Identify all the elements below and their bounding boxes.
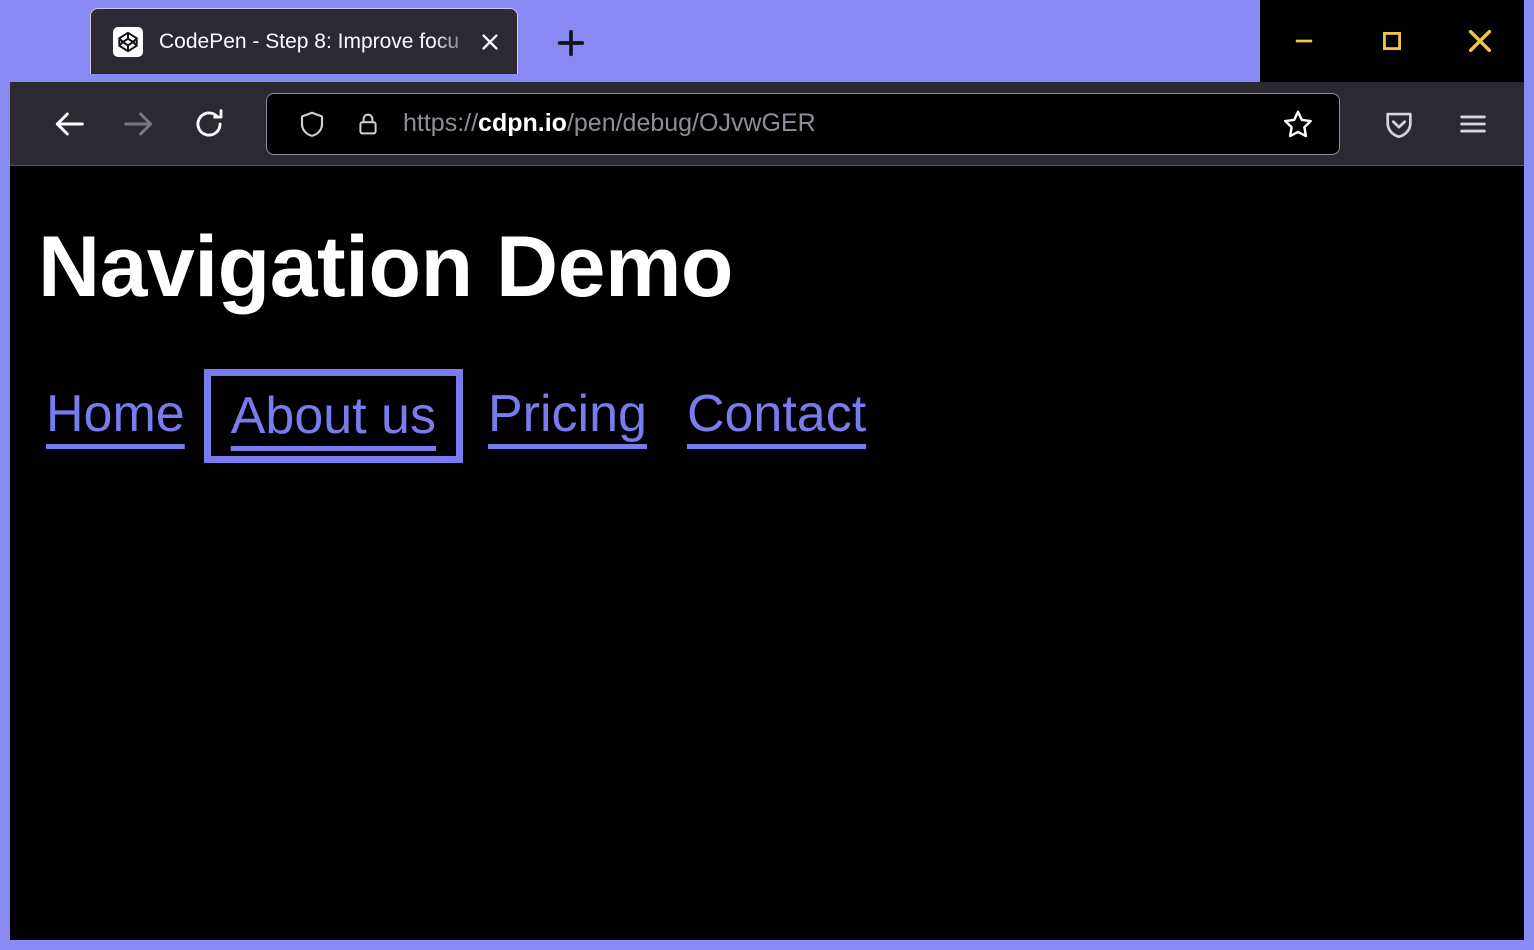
browser-toolbar: https://cdpn.io/pen/debug/OJvwGER (10, 82, 1524, 166)
address-bar[interactable]: https://cdpn.io/pen/debug/OJvwGER (266, 93, 1340, 155)
nav-link-about-us[interactable]: About us (217, 382, 450, 450)
toolbar-right-actions (1364, 89, 1508, 159)
minimize-button[interactable] (1260, 0, 1348, 82)
browser-tab-active[interactable]: CodePen - Step 8: Improve focu (90, 8, 518, 74)
nav-link-home[interactable]: Home (38, 382, 193, 446)
browser-window: CodePen - Step 8: Improve focu (0, 0, 1534, 950)
nav-link-contact[interactable]: Contact (679, 382, 874, 446)
codepen-icon (113, 27, 143, 57)
star-icon[interactable] (1273, 99, 1323, 149)
window-controls (1260, 0, 1524, 82)
maximize-button[interactable] (1348, 0, 1436, 82)
page-title: Navigation Demo (38, 222, 1524, 312)
url-domain: cdpn.io (478, 109, 567, 137)
reload-button[interactable] (174, 89, 244, 159)
demo-navigation: Home About us Pricing Contact (38, 382, 1524, 450)
new-tab-button[interactable] (540, 12, 602, 74)
pocket-icon[interactable] (1364, 89, 1434, 159)
tabs-area: CodePen - Step 8: Improve focu (0, 0, 1260, 82)
tab-title: CodePen - Step 8: Improve focu (159, 30, 479, 54)
forward-button[interactable] (104, 89, 174, 159)
tab-close-icon[interactable] (475, 27, 505, 57)
back-button[interactable] (34, 89, 104, 159)
close-window-button[interactable] (1436, 0, 1524, 82)
shield-icon[interactable] (289, 101, 335, 147)
page-content: Navigation Demo Home About us Pricing Co… (10, 166, 1524, 940)
url-path: /pen/debug/OJvwGER (567, 109, 816, 137)
url-text[interactable]: https://cdpn.io/pen/debug/OJvwGER (403, 109, 1273, 138)
nav-link-pricing[interactable]: Pricing (480, 382, 655, 446)
tab-strip: CodePen - Step 8: Improve focu (0, 0, 1534, 82)
hamburger-menu-icon[interactable] (1438, 89, 1508, 159)
lock-icon[interactable] (345, 101, 391, 147)
url-scheme: https:// (403, 109, 478, 137)
